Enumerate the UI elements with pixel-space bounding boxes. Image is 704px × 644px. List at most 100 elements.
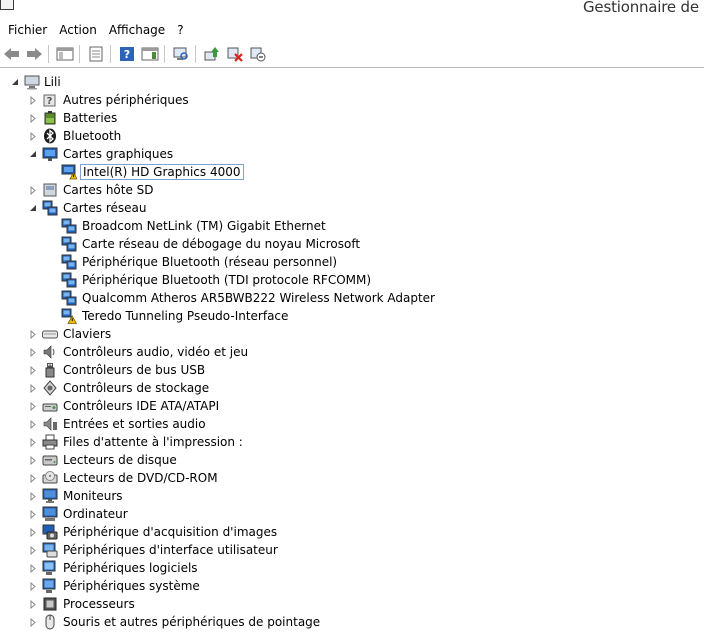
tree-item-label: Périphérique d'acquisition d'images [63, 525, 278, 539]
tree-device[interactable]: Intel(R) HD Graphics 4000 [0, 163, 704, 181]
tree-device[interactable]: Carte réseau de débogage du noyau Micros… [0, 235, 704, 253]
toolbar-separator [110, 45, 111, 63]
collapsed-arrow-icon[interactable] [28, 617, 38, 627]
tree-category[interactable]: Contrôleurs de bus USB [0, 361, 704, 379]
tree-category[interactable]: ? Autres périphériques [0, 91, 704, 109]
collapsed-arrow-icon[interactable] [28, 509, 38, 519]
collapsed-arrow-icon[interactable] [28, 383, 38, 393]
tree-item-label: Moniteurs [63, 489, 123, 503]
tree-category[interactable]: Entrées et sorties audio [0, 415, 704, 433]
collapsed-arrow-icon[interactable] [28, 545, 38, 555]
menu-fichier[interactable]: Fichier [2, 20, 53, 40]
collapsed-arrow-icon[interactable] [28, 95, 38, 105]
expanded-arrow-icon[interactable] [28, 149, 38, 159]
tree-category[interactable]: Ordinateur [0, 505, 704, 523]
ide-controller-icon [42, 398, 58, 414]
network-adapter-icon [61, 218, 77, 234]
collapsed-arrow-icon[interactable] [28, 527, 38, 537]
menu-affichage[interactable]: Affichage [103, 20, 171, 40]
processor-icon [42, 596, 58, 612]
collapsed-arrow-icon[interactable] [28, 491, 38, 501]
tree-category[interactable]: Périphériques d'interface utilisateur [0, 541, 704, 559]
tree-category[interactable]: Moniteurs [0, 487, 704, 505]
scan-hardware-icon[interactable] [171, 44, 191, 64]
tree-category[interactable]: Batteries [0, 109, 704, 127]
tree-category[interactable]: Périphériques logiciels [0, 559, 704, 577]
tree-category[interactable]: Cartes hôte SD [0, 181, 704, 199]
tree-item-label: Broadcom NetLink (TM) Gigabit Ethernet [82, 219, 326, 233]
tree-root[interactable]: Lili [0, 73, 704, 91]
tree-item-label: Lecteurs de disque [63, 453, 177, 467]
computer-icon [24, 74, 40, 90]
properties-icon[interactable] [86, 44, 106, 64]
collapsed-arrow-icon[interactable] [28, 473, 38, 483]
network-adapter-icon [61, 254, 77, 270]
collapsed-arrow-icon[interactable] [28, 131, 38, 141]
device-tree: Lili ? Autres périphériques Batteries Bluet… [0, 69, 704, 644]
forward-icon[interactable] [24, 44, 44, 64]
tree-category[interactable]: Processeurs [0, 595, 704, 613]
collapsed-arrow-icon[interactable] [28, 563, 38, 573]
tree-category[interactable]: Contrôleurs de stockage [0, 379, 704, 397]
tree-item-label: Contrôleurs de bus USB [63, 363, 206, 377]
window-title: Gestionnaire de pé [583, 0, 704, 16]
collapsed-arrow-icon[interactable] [28, 113, 38, 123]
collapsed-arrow-icon[interactable] [28, 185, 38, 195]
tree-category[interactable]: Lecteurs de DVD/CD-ROM [0, 469, 704, 487]
action-pane-icon[interactable] [140, 44, 160, 64]
collapsed-arrow-icon[interactable] [28, 419, 38, 429]
menu-help[interactable]: ? [171, 20, 189, 40]
tree-category[interactable]: Périphérique d'acquisition d'images [0, 523, 704, 541]
tree-category[interactable]: Cartes graphiques [0, 145, 704, 163]
collapsed-arrow-icon[interactable] [28, 599, 38, 609]
tree-category[interactable]: Lecteurs de disque [0, 451, 704, 469]
collapsed-arrow-icon[interactable] [28, 455, 38, 465]
tree-category[interactable]: Files d'attente à l'impression : [0, 433, 704, 451]
menu-action[interactable]: Action [53, 20, 103, 40]
console-tree-icon[interactable] [55, 44, 75, 64]
tree-item-label: Claviers [63, 327, 112, 341]
tree-device[interactable]: Broadcom NetLink (TM) Gigabit Ethernet [0, 217, 704, 235]
uninstall-device-icon[interactable] [248, 44, 268, 64]
tree-item-label-selected: Intel(R) HD Graphics 4000 [80, 164, 244, 180]
collapsed-arrow-icon[interactable] [28, 401, 38, 411]
update-driver-icon[interactable] [202, 44, 222, 64]
tree-item-label: Cartes graphiques [63, 147, 174, 161]
audio-io-icon [42, 416, 58, 432]
collapsed-arrow-icon[interactable] [28, 581, 38, 591]
system-device-icon [42, 578, 58, 594]
collapsed-arrow-icon[interactable] [28, 365, 38, 375]
tree-category[interactable]: Souris et autres périphériques de pointa… [0, 613, 704, 631]
display-adapter-icon [42, 146, 58, 162]
collapsed-arrow-icon[interactable] [28, 437, 38, 447]
back-icon[interactable] [2, 44, 22, 64]
printer-icon [42, 434, 58, 450]
tree-device[interactable]: Teredo Tunneling Pseudo-Interface [0, 307, 704, 325]
unknown-device-icon: ? [42, 92, 58, 108]
tree-device[interactable]: Qualcomm Atheros AR5BWB222 Wireless Netw… [0, 289, 704, 307]
network-adapter-icon [61, 236, 77, 252]
keyboard-icon [42, 326, 58, 342]
help-icon[interactable]: ? [117, 44, 137, 64]
tree-category[interactable]: Contrôleurs IDE ATA/ATAPI [0, 397, 704, 415]
tree-device[interactable]: Périphérique Bluetooth (réseau personnel… [0, 253, 704, 271]
tree-category[interactable]: Contrôleurs audio, vidéo et jeu [0, 343, 704, 361]
battery-icon [42, 110, 58, 126]
collapsed-arrow-icon[interactable] [28, 329, 38, 339]
expanded-arrow-icon[interactable] [28, 203, 38, 213]
tree-device[interactable]: Périphérique Bluetooth (TDI protocole RF… [0, 271, 704, 289]
tree-item-label: Périphérique Bluetooth (réseau personnel… [82, 255, 338, 269]
tree-item-label: Qualcomm Atheros AR5BWB222 Wireless Netw… [82, 291, 435, 305]
tree-category[interactable]: Claviers [0, 325, 704, 343]
tree-category[interactable]: Périphériques système [0, 577, 704, 595]
disable-device-icon[interactable] [225, 44, 245, 64]
expanded-arrow-icon[interactable] [10, 77, 20, 87]
sd-host-icon [42, 182, 58, 198]
tree-category[interactable]: Cartes réseau [0, 199, 704, 217]
toolbar: ? [0, 40, 704, 68]
collapsed-arrow-icon[interactable] [28, 347, 38, 357]
tree-category[interactable]: Bluetooth [0, 127, 704, 145]
network-adapter-icon [61, 290, 77, 306]
monitor-icon [42, 488, 58, 504]
svg-text:?: ? [47, 96, 53, 107]
